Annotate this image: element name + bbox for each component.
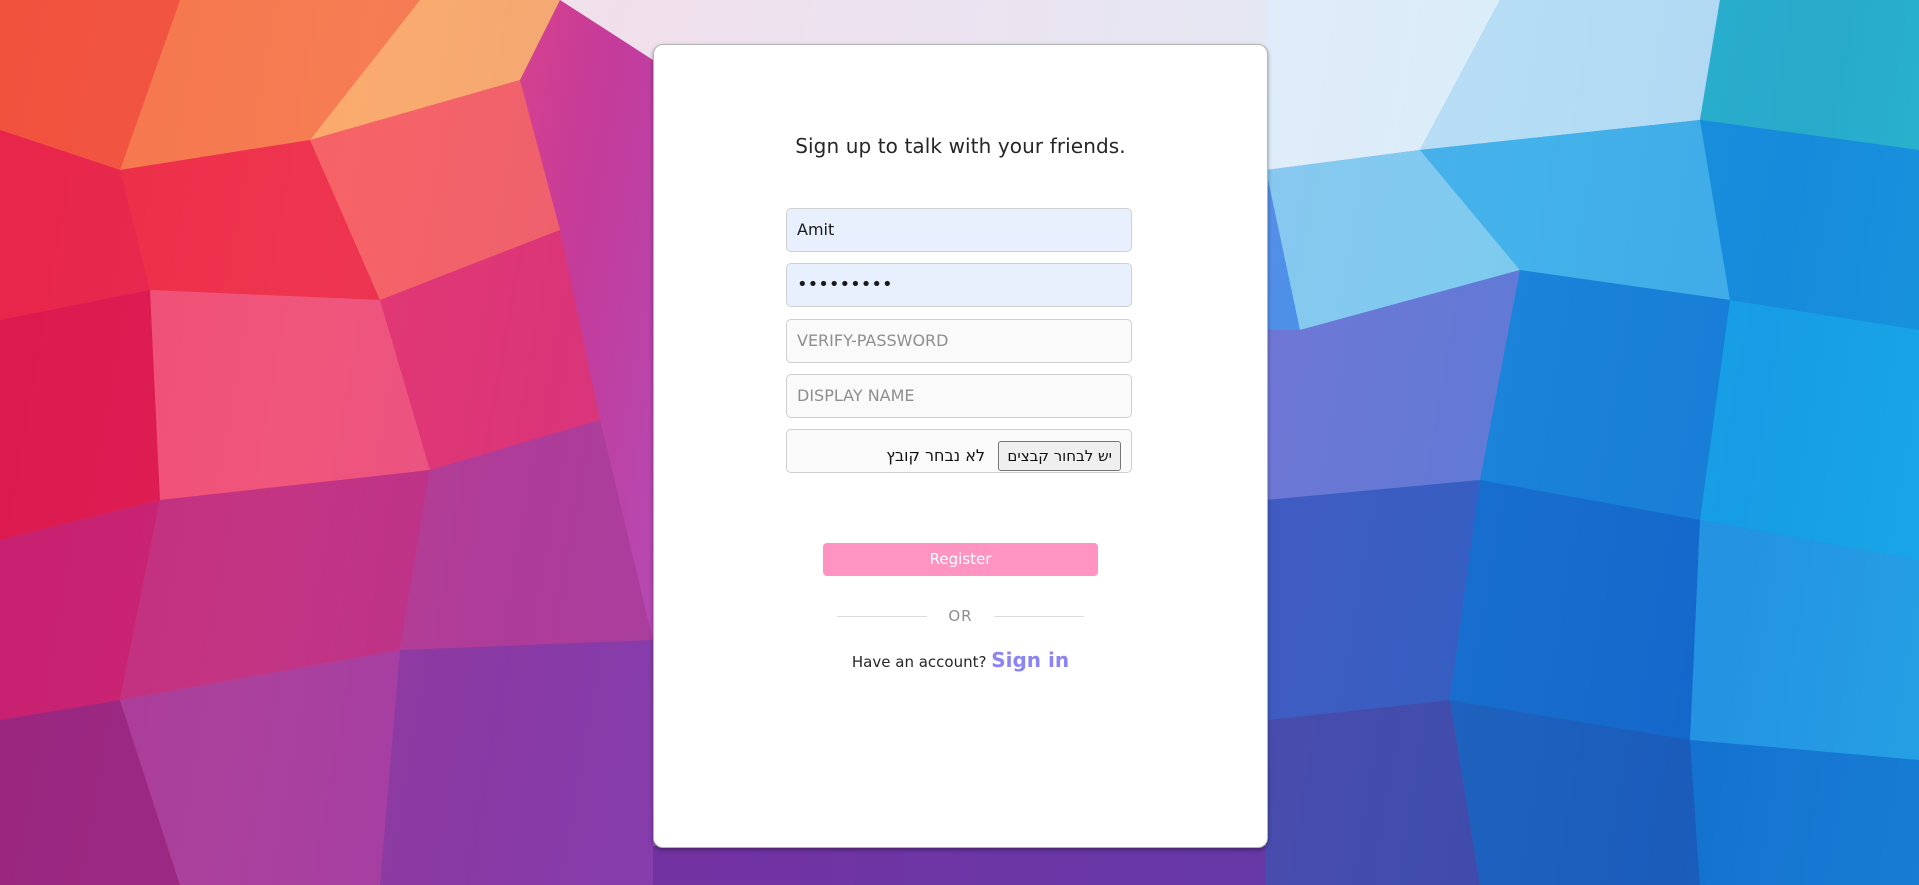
choose-file-button[interactable]: יש לבחור קבצים <box>998 441 1121 471</box>
account-prompt: Have an account? <box>851 653 987 671</box>
signup-card: Sign up to talk with your friends. Amit … <box>653 44 1268 848</box>
sign-in-link[interactable]: Sign in <box>991 648 1069 672</box>
register-button[interactable]: Register <box>823 543 1098 576</box>
verify-password-field[interactable]: VERIFY-PASSWORD <box>786 319 1132 363</box>
signup-heading: Sign up to talk with your friends. <box>795 134 1126 158</box>
username-field[interactable]: Amit <box>786 208 1132 252</box>
file-upload-field[interactable]: יש לבחור קבצים לא נבחר קובץ <box>786 429 1132 473</box>
display-name-placeholder: DISPLAY NAME <box>797 386 915 405</box>
or-divider: OR <box>837 604 1084 628</box>
password-field[interactable]: ••••••••• <box>786 263 1132 307</box>
divider-line-right <box>994 616 1084 617</box>
verify-password-placeholder: VERIFY-PASSWORD <box>797 331 949 350</box>
password-value: ••••••••• <box>797 274 893 295</box>
display-name-field[interactable]: DISPLAY NAME <box>786 374 1132 418</box>
account-prompt-row: Have an account? Sign in <box>654 648 1267 672</box>
no-file-chosen-label: לא נבחר קובץ <box>886 446 985 465</box>
username-value: Amit <box>797 220 835 239</box>
